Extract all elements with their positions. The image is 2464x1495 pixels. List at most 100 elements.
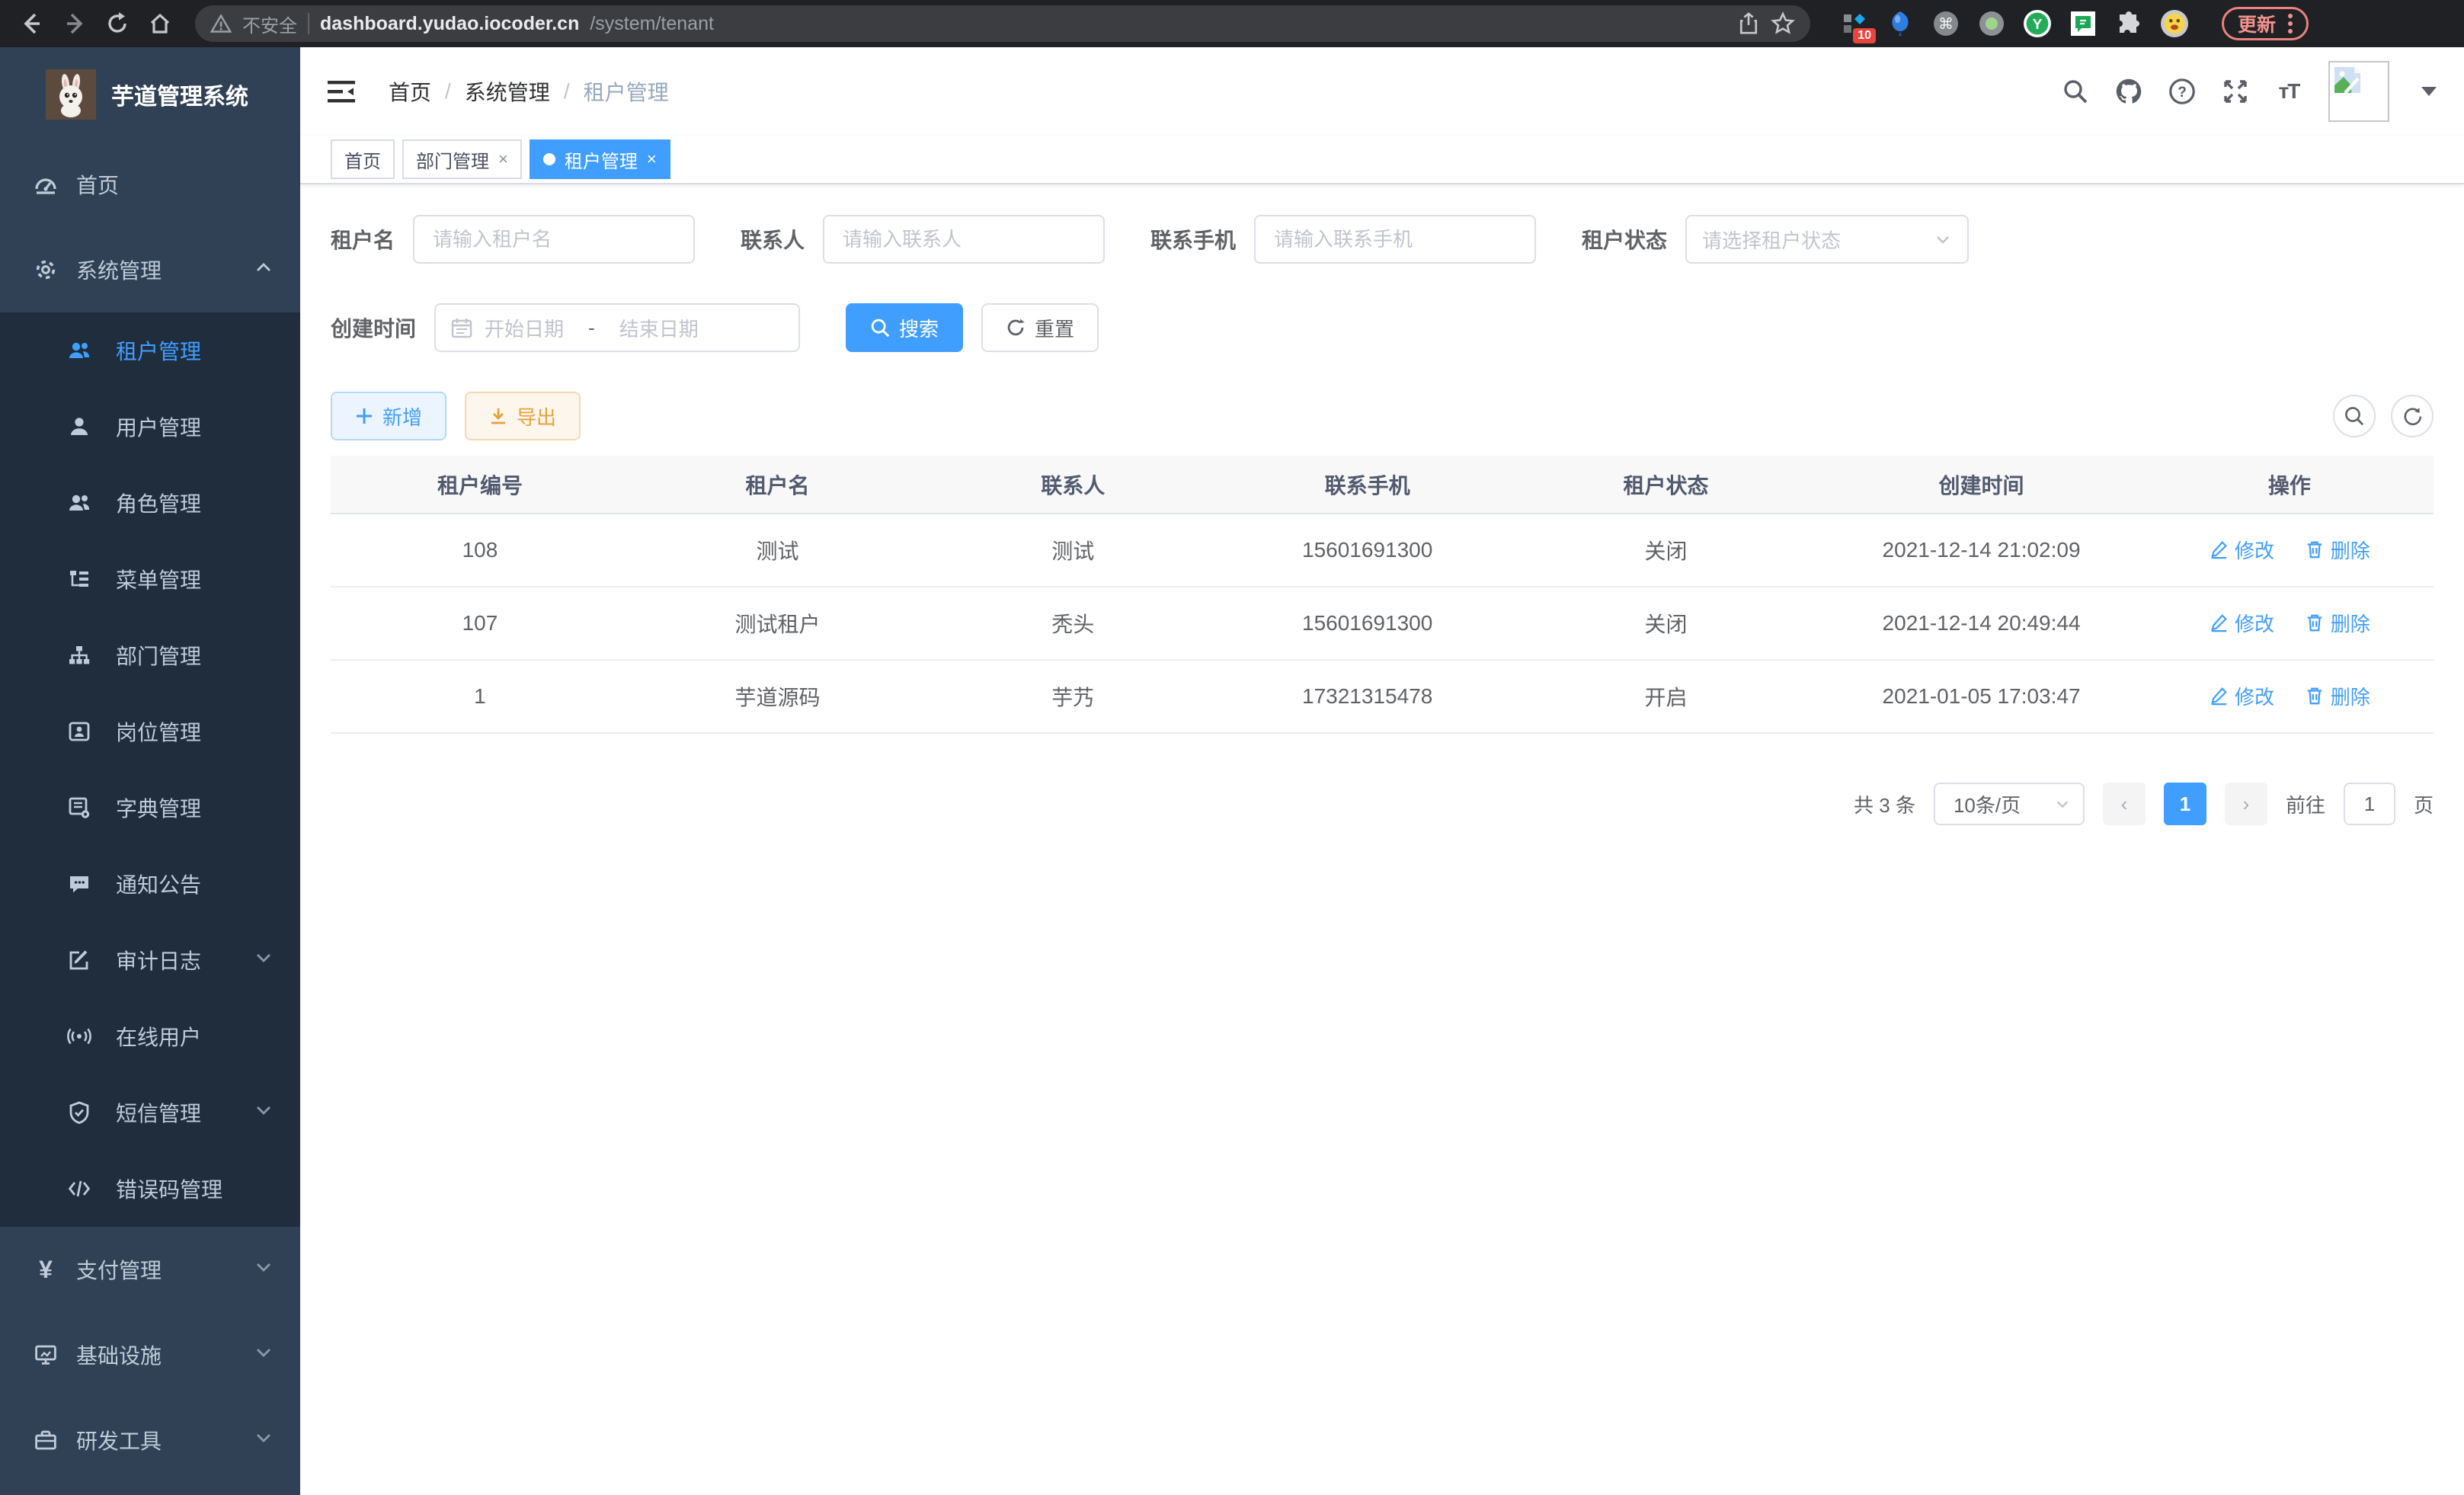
shield-icon: [67, 1100, 91, 1125]
sidebar-item-notice[interactable]: 通知公告: [0, 846, 300, 922]
add-button[interactable]: 新增: [331, 392, 446, 440]
sidebar-item-label: 岗位管理: [116, 716, 201, 747]
roles-users-icon: [67, 491, 91, 515]
goto-page-input[interactable]: [2344, 783, 2395, 825]
sidebar-item-label: 角色管理: [116, 488, 201, 518]
toggle-search-button[interactable]: [2333, 395, 2376, 437]
fullscreen-icon[interactable]: [2222, 78, 2249, 105]
extension-grid-icon[interactable]: 10: [1841, 10, 1868, 37]
extension-badge: 10: [1853, 28, 1876, 43]
delete-link[interactable]: 删除: [2305, 536, 2370, 564]
extension-command-icon[interactable]: ⌘: [1932, 10, 1960, 37]
font-size-icon[interactable]: тT: [2275, 78, 2302, 105]
avatar-caret-icon[interactable]: [2421, 87, 2437, 96]
contact-input[interactable]: [823, 215, 1105, 264]
tab-dept[interactable]: 部门管理 ×: [402, 139, 522, 179]
tab-tenant[interactable]: 租户管理 ×: [530, 139, 670, 179]
search-button[interactable]: 搜索: [846, 303, 963, 352]
status-select[interactable]: 请选择租户状态: [1685, 215, 1969, 264]
user-avatar[interactable]: [2328, 61, 2389, 122]
sidebar-logo-row[interactable]: 芋道管理系统: [0, 47, 300, 142]
delete-link[interactable]: 删除: [2305, 682, 2370, 710]
extension-y-icon[interactable]: Y: [2024, 10, 2051, 37]
sidebar-item-label: 基础设施: [76, 1340, 162, 1370]
browser-back-button[interactable]: [15, 7, 49, 40]
back-icon: [20, 11, 44, 36]
export-button[interactable]: 导出: [465, 392, 581, 440]
browser-update-button[interactable]: 更新: [2222, 7, 2309, 40]
cell-mobile: 17321315478: [1220, 660, 1514, 733]
close-icon[interactable]: ×: [498, 149, 508, 169]
edit-link[interactable]: 修改: [2209, 682, 2274, 710]
reset-button[interactable]: 重置: [981, 303, 1099, 352]
col-tenant-name: 租户名: [629, 456, 926, 514]
svg-text:⌘: ⌘: [1938, 16, 1954, 33]
help-icon[interactable]: ?: [2168, 78, 2196, 105]
sidebar-item-system[interactable]: 系统管理: [0, 227, 300, 312]
sidebar-item-dict[interactable]: 字典管理: [0, 770, 300, 846]
bookmark-star-icon[interactable]: [1771, 11, 1795, 36]
share-icon[interactable]: [1737, 12, 1760, 35]
github-icon[interactable]: [2115, 78, 2142, 105]
refresh-icon: [2402, 405, 2423, 427]
col-actions: 操作: [2146, 456, 2434, 514]
reset-button-label: 重置: [1035, 314, 1074, 342]
edit-link[interactable]: 修改: [2209, 536, 2274, 564]
profile-avatar-icon[interactable]: [2161, 10, 2188, 37]
sidebar-item-dept[interactable]: 部门管理: [0, 617, 300, 693]
sidebar-item-online-user[interactable]: 在线用户: [0, 998, 300, 1074]
next-page-button[interactable]: ›: [2225, 783, 2267, 825]
date-range-picker[interactable]: 开始日期 - 结束日期: [434, 303, 800, 352]
tab-home[interactable]: 首页: [331, 139, 395, 179]
sidebar-item-sms[interactable]: 短信管理: [0, 1074, 300, 1151]
sidebar-item-user[interactable]: 用户管理: [0, 389, 300, 465]
header-search-icon[interactable]: [2062, 78, 2089, 105]
tenant-name-input[interactable]: [413, 215, 695, 264]
sidebar-item-label: 租户管理: [116, 335, 201, 366]
extension-kite-icon[interactable]: [1886, 10, 1914, 37]
sidebar-collapse-icon[interactable]: [328, 79, 355, 104]
extension-chat-icon[interactable]: [2069, 10, 2097, 37]
sidebar-item-tenant[interactable]: 租户管理: [0, 312, 300, 389]
trash-icon: [2305, 539, 2325, 559]
chevron-up-icon: [254, 258, 273, 282]
address-bar[interactable]: 不安全 dashboard.yudao.iocoder.cn /system/t…: [195, 5, 1810, 42]
table-header-row: 租户编号 租户名 联系人 联系手机 租户状态 创建时间 操作: [331, 456, 2434, 514]
table-row: 108 测试 测试 15601691300 关闭 2021-12-14 21:0…: [331, 514, 2434, 587]
tenant-name-label: 租户名: [331, 224, 395, 255]
browser-reload-button[interactable]: [101, 7, 134, 40]
sidebar-item-role[interactable]: 角色管理: [0, 465, 300, 541]
sidebar-item-home[interactable]: 首页: [0, 142, 300, 227]
refresh-table-button[interactable]: [2391, 395, 2434, 437]
tab-label: 首页: [344, 146, 381, 173]
cell-contact: 芋艿: [926, 660, 1220, 733]
gear-icon: [34, 258, 58, 282]
sidebar-item-audit-log[interactable]: 审计日志: [0, 922, 300, 998]
sidebar-item-error-code[interactable]: 错误码管理: [0, 1151, 300, 1227]
edit-link[interactable]: 修改: [2209, 609, 2274, 637]
delete-link[interactable]: 删除: [2305, 609, 2370, 637]
prev-page-button[interactable]: ‹: [2103, 783, 2146, 825]
navbar-actions: ? тT: [2062, 61, 2437, 122]
sidebar-item-menu[interactable]: 菜单管理: [0, 541, 300, 617]
end-date-placeholder: 结束日期: [619, 314, 699, 342]
calendar-icon: [451, 317, 472, 338]
extension-dot-icon[interactable]: [1978, 10, 2005, 37]
sidebar-item-label: 菜单管理: [116, 564, 201, 594]
breadcrumb-home[interactable]: 首页: [389, 76, 431, 107]
sidebar-item-infra[interactable]: 基础设施: [0, 1312, 300, 1397]
sidebar-item-pay[interactable]: ¥ 支付管理: [0, 1227, 300, 1312]
sidebar-item-dev-tools[interactable]: 研发工具: [0, 1397, 300, 1483]
page-1-button[interactable]: 1: [2164, 783, 2206, 825]
sidebar-item-post[interactable]: 岗位管理: [0, 693, 300, 770]
browser-forward-button[interactable]: [58, 7, 91, 40]
broken-image-icon: [2333, 66, 2362, 94]
breadcrumb-system[interactable]: 系统管理: [465, 76, 550, 107]
cell-tenant-id: 107: [331, 587, 629, 660]
browser-home-button[interactable]: [143, 7, 177, 40]
page-size-select[interactable]: 10条/页: [1934, 783, 2085, 825]
close-icon[interactable]: ×: [647, 149, 657, 169]
mobile-input[interactable]: [1254, 215, 1536, 264]
browser-menu-icon[interactable]: [2288, 14, 2293, 34]
extensions-puzzle-icon[interactable]: [2115, 10, 2142, 37]
